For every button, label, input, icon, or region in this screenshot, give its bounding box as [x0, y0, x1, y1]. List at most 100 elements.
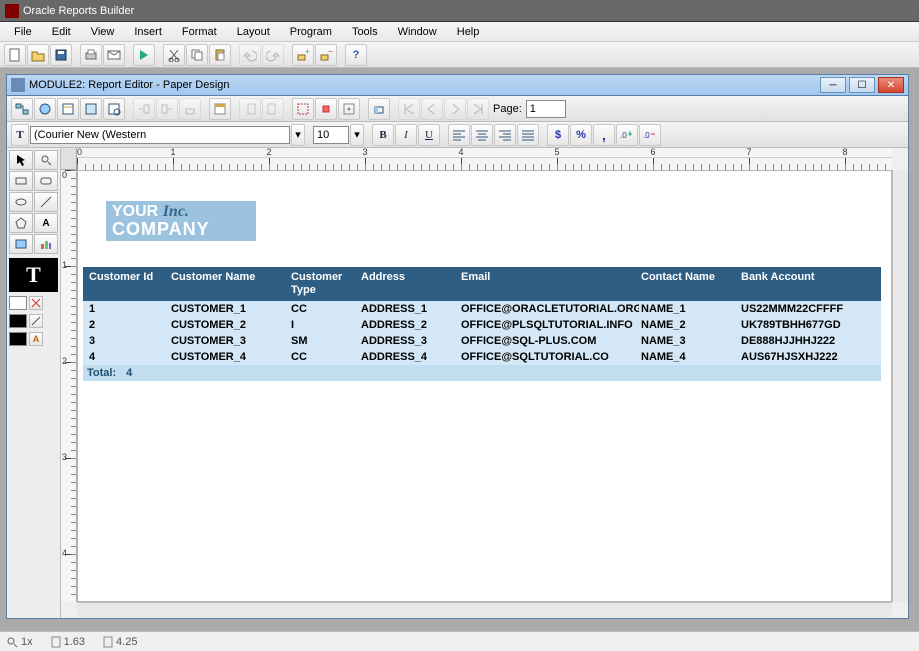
margin-left-button[interactable] — [239, 98, 261, 120]
large-text-tool[interactable]: T — [9, 258, 58, 292]
vertical-scrollbar[interactable] — [892, 170, 908, 602]
menu-tools[interactable]: Tools — [342, 24, 388, 40]
table-header[interactable]: Customer Id Customer Name Customer Type … — [83, 267, 881, 301]
text-color-swatch[interactable] — [9, 332, 27, 346]
select-parent-button[interactable] — [292, 98, 314, 120]
email-button[interactable] — [103, 44, 125, 66]
select-children-button[interactable] — [315, 98, 337, 120]
redo-button[interactable] — [262, 44, 284, 66]
dropdown-icon[interactable]: ▾ — [350, 124, 364, 146]
table-row[interactable]: 2CUSTOMER_2IADDRESS_2OFFICE@PLSQLTUTORIA… — [83, 317, 881, 333]
thousands-button[interactable]: , — [593, 124, 615, 146]
horizontal-ruler[interactable]: 0 1 2 3 4 5 6 7 8 — [77, 148, 892, 170]
web-source-button[interactable] — [34, 98, 56, 120]
new-button[interactable] — [4, 44, 26, 66]
prev-page-button[interactable] — [421, 98, 443, 120]
rect-tool[interactable] — [9, 171, 33, 191]
align-right-button[interactable] — [494, 124, 516, 146]
save-button[interactable] — [50, 44, 72, 66]
remove-decimal-button[interactable]: .0 — [639, 124, 661, 146]
total-row[interactable]: Total: 4 — [83, 365, 881, 381]
underline-button[interactable]: U — [418, 124, 440, 146]
line-prop-icon[interactable] — [29, 314, 43, 328]
font-select[interactable] — [30, 126, 290, 144]
menu-view[interactable]: View — [81, 24, 125, 40]
vertical-ruler[interactable]: 0 1 2 3 4 — [61, 170, 77, 602]
font-dialog-button[interactable]: T — [11, 124, 29, 146]
text-color-icon[interactable]: A — [29, 332, 43, 346]
anchor-button[interactable] — [368, 98, 390, 120]
zoom-status[interactable]: 1x — [6, 636, 33, 648]
paste-button[interactable] — [209, 44, 231, 66]
menu-format[interactable]: Format — [172, 24, 227, 40]
currency-button[interactable]: $ — [547, 124, 569, 146]
col-contact[interactable]: Contact Name — [639, 271, 739, 297]
insert-left-button[interactable] — [133, 98, 155, 120]
col-customer-name[interactable]: Customer Name — [169, 271, 289, 297]
dropdown-icon[interactable]: ▾ — [291, 124, 305, 146]
bold-button[interactable]: B — [372, 124, 394, 146]
magnify-tool[interactable] — [34, 150, 58, 170]
print-button[interactable] — [80, 44, 102, 66]
line-swatch[interactable] — [9, 314, 27, 328]
chart-tool[interactable] — [34, 234, 58, 254]
percent-button[interactable]: % — [570, 124, 592, 146]
menu-edit[interactable]: Edit — [42, 24, 81, 40]
menu-layout[interactable]: Layout — [227, 24, 280, 40]
col-customer-type[interactable]: Customer Type — [289, 271, 359, 297]
param-form-button[interactable] — [103, 98, 125, 120]
cut-button[interactable] — [163, 44, 185, 66]
text-tool[interactable]: A — [34, 213, 58, 233]
select-tool[interactable] — [9, 150, 33, 170]
minimize-button[interactable]: ─ — [820, 77, 846, 93]
menu-file[interactable]: File — [4, 24, 42, 40]
header-button[interactable] — [209, 98, 231, 120]
insert-above-button[interactable] — [179, 98, 201, 120]
italic-button[interactable]: I — [395, 124, 417, 146]
close-button[interactable]: ✕ — [878, 77, 904, 93]
image-tool[interactable] — [9, 234, 33, 254]
data-model-view-button[interactable] — [11, 98, 33, 120]
table-row[interactable]: 4CUSTOMER_4CCADDRESS_4OFFICE@SQLTUTORIAL… — [83, 349, 881, 365]
copy-button[interactable] — [186, 44, 208, 66]
open-button[interactable] — [27, 44, 49, 66]
company-logo[interactable]: YOUR Inc. COMPANY — [106, 201, 256, 241]
connect-remove-button[interactable]: − — [315, 44, 337, 66]
table-row[interactable]: 1CUSTOMER_1CCADDRESS_1OFFICE@ORACLETUTOR… — [83, 301, 881, 317]
ellipse-tool[interactable] — [9, 192, 33, 212]
align-justify-button[interactable] — [517, 124, 539, 146]
run-button[interactable] — [133, 44, 155, 66]
table-row[interactable]: 3CUSTOMER_3SMADDRESS_3OFFICE@SQL-PLUS.CO… — [83, 333, 881, 349]
help-button[interactable]: ? — [345, 44, 367, 66]
last-page-button[interactable] — [467, 98, 489, 120]
design-canvas[interactable]: YOUR Inc. COMPANY Customer Id Customer N… — [77, 170, 892, 602]
connect-add-button[interactable]: + — [292, 44, 314, 66]
maximize-button[interactable]: ☐ — [849, 77, 875, 93]
col-bank[interactable]: Bank Account — [739, 271, 849, 297]
paper-layout-button[interactable] — [57, 98, 79, 120]
size-select[interactable] — [313, 126, 349, 144]
rounded-rect-tool[interactable] — [34, 171, 58, 191]
no-fill-icon[interactable] — [29, 296, 43, 310]
col-address[interactable]: Address — [359, 271, 459, 297]
flex-off-button[interactable] — [338, 98, 360, 120]
horizontal-scrollbar[interactable] — [77, 602, 892, 618]
menu-help[interactable]: Help — [447, 24, 490, 40]
page-input[interactable] — [526, 100, 566, 118]
undo-button[interactable] — [239, 44, 261, 66]
report-table[interactable]: Customer Id Customer Name Customer Type … — [83, 267, 881, 381]
col-email[interactable]: Email — [459, 271, 639, 297]
align-left-button[interactable] — [448, 124, 470, 146]
insert-right-button[interactable] — [156, 98, 178, 120]
menu-window[interactable]: Window — [388, 24, 447, 40]
margin-right-button[interactable] — [262, 98, 284, 120]
align-center-button[interactable] — [471, 124, 493, 146]
first-page-button[interactable] — [398, 98, 420, 120]
col-customer-id[interactable]: Customer Id — [87, 271, 169, 297]
polygon-tool[interactable] — [9, 213, 33, 233]
menu-insert[interactable]: Insert — [124, 24, 172, 40]
paper-design-button[interactable] — [80, 98, 102, 120]
menu-program[interactable]: Program — [280, 24, 342, 40]
line-tool[interactable] — [34, 192, 58, 212]
fill-swatch[interactable] — [9, 296, 27, 310]
